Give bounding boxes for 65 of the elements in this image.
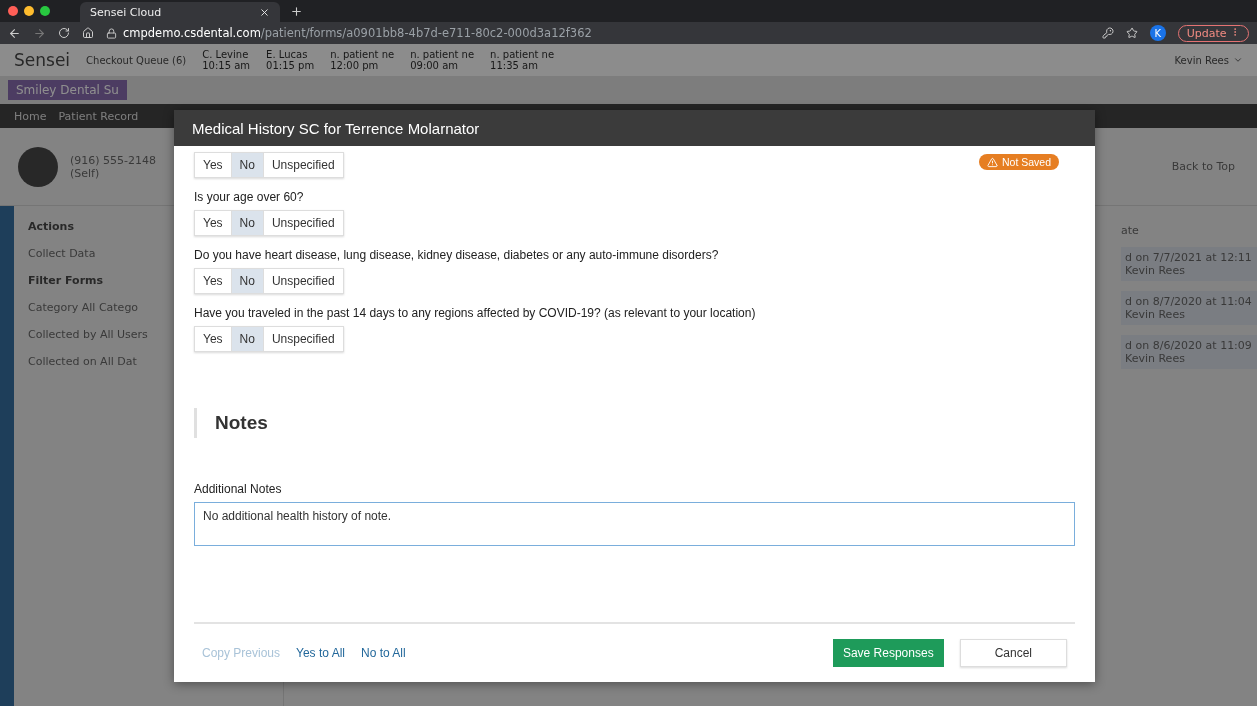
question-text: Have you traveled in the past 14 days to any regions affected by COVID-19? (as relevant to your location) — [194, 306, 757, 320]
close-dot[interactable] — [8, 6, 18, 16]
new-tab-icon[interactable] — [290, 4, 303, 18]
filter-row[interactable]: Collected on All Dat — [28, 355, 137, 368]
queue-link[interactable]: Checkout Queue (6) — [86, 54, 187, 66]
nav-item[interactable]: Patient Record — [58, 109, 139, 123]
profile-avatar[interactable]: K — [1149, 25, 1166, 41]
answer-option[interactable]: Unspecified — [263, 269, 343, 293]
answer-option[interactable]: Unspecified — [263, 327, 343, 351]
section-heading: Notes — [194, 408, 286, 438]
section-title: Filter Forms — [28, 274, 104, 287]
column-heading: ate — [1121, 224, 1140, 237]
close-icon[interactable] — [259, 6, 270, 18]
action-link[interactable]: Collect Data — [28, 247, 96, 260]
caret-icon[interactable] — [1233, 55, 1243, 65]
footer-link[interactable]: No to All — [361, 646, 406, 660]
patient-relation: (Self) — [70, 166, 101, 180]
back-icon[interactable] — [8, 26, 21, 40]
zoom-dot[interactable] — [40, 6, 50, 16]
forward-icon[interactable] — [33, 26, 46, 40]
answer-option[interactable]: Yes — [195, 153, 232, 177]
save-button[interactable]: Save Responses — [832, 639, 944, 667]
question-text: Is your age over 60? — [194, 190, 305, 204]
notes-field[interactable]: No additional health history of note. — [194, 502, 1075, 546]
patient-phone: (916) 555-2148 — [70, 153, 157, 167]
browser-tab[interactable]: Sensei Cloud — [80, 2, 280, 22]
history-entry[interactable]: d on 7/7/2021 at 12:11 Kevin Rees — [1121, 247, 1257, 281]
field-label: Additional Notes — [194, 482, 283, 496]
answer-option[interactable]: No — [231, 327, 264, 351]
answer-option[interactable]: No — [231, 269, 264, 293]
user-menu[interactable]: Kevin Rees — [1174, 54, 1229, 66]
practice-selector[interactable]: Smiley Dental Su — [8, 80, 127, 100]
history-entry[interactable]: d on 8/6/2020 at 11:09 Kevin Rees — [1121, 335, 1257, 369]
answer-option[interactable]: Yes — [195, 211, 232, 235]
app-logo: Sensei — [14, 50, 71, 70]
appointment-chip[interactable]: n. patient ne 12:00 pm — [330, 49, 395, 71]
filter-row[interactable]: Collected by All Users — [28, 328, 148, 341]
history-entry[interactable]: d on 8/7/2020 at 11:04 Kevin Rees — [1121, 291, 1257, 325]
back-to-top-link[interactable]: Back to Top — [1171, 160, 1235, 173]
section-title: Actions — [28, 220, 74, 233]
filter-row[interactable]: Category All Catego — [28, 301, 139, 314]
footer-link[interactable]: Yes to All — [296, 646, 345, 660]
cancel-button[interactable]: Cancel — [959, 639, 1067, 667]
nav-item[interactable]: Home — [14, 109, 47, 123]
answer-option[interactable]: Unspecified — [263, 211, 343, 235]
answer-option[interactable]: Yes — [195, 269, 232, 293]
address-bar[interactable]: cmpdemo.csdental.com/patient/forms/a0901bb8-4b7d-e711-80c2-000d3a12f362 — [123, 26, 592, 40]
star-icon[interactable] — [1125, 27, 1138, 39]
answer-option[interactable]: Unspecified — [263, 153, 343, 177]
not-saved-badge: Not Saved — [978, 154, 1059, 170]
appointment-chip[interactable]: E. Lucas 01:15 pm — [266, 49, 315, 71]
modal-title: Medical History SC for Terrence Molarnator — [174, 110, 1095, 146]
reload-icon[interactable] — [58, 27, 70, 39]
lock-icon — [106, 27, 117, 39]
question-text: Do you have heart disease, lung disease, kidney disease, diabetes or any auto-immune disorders? — [194, 248, 720, 262]
appointment-chip[interactable]: C. Levine 10:15 am — [202, 49, 251, 71]
answer-option[interactable]: No — [231, 153, 264, 177]
key-icon[interactable] — [1101, 27, 1114, 39]
answer-option[interactable]: Yes — [195, 327, 232, 351]
answer-option[interactable]: No — [231, 211, 264, 235]
appointment-chip[interactable]: n. patient ne 11:35 am — [490, 49, 555, 71]
appointment-chip[interactable]: n. patient ne 09:00 am — [410, 49, 475, 71]
minimize-dot[interactable] — [24, 6, 34, 16]
patient-avatar — [18, 146, 58, 187]
home-icon[interactable] — [82, 27, 94, 39]
